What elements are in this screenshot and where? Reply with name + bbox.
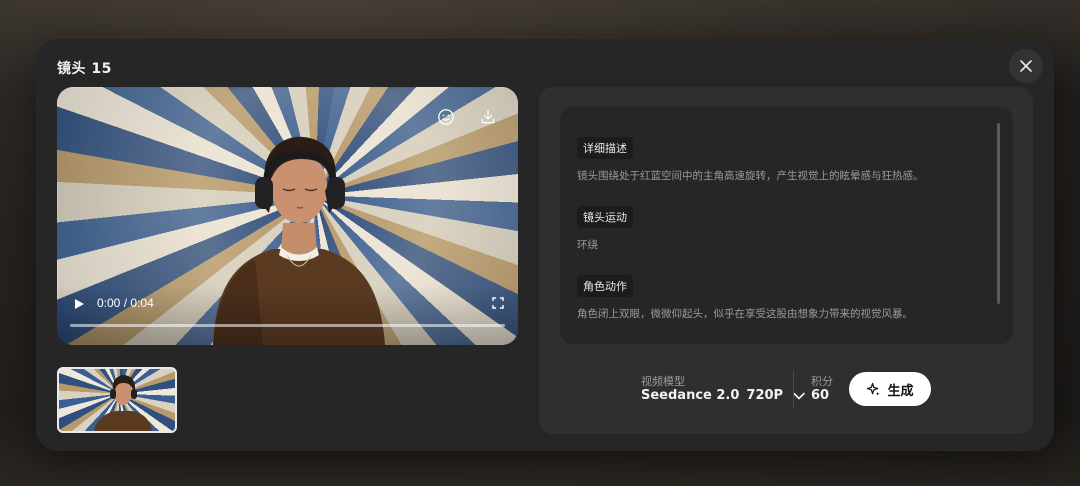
shot-detail-modal: 镜头 15 0:00 / 0:04 详细描述 镜头围绕处于红蓝空间中的主角高速旋… (36, 39, 1054, 451)
section-character-action: 角色动作 角色闭上双眼，微微仰起头，似乎在享受这股由想象力带来的视觉风暴。 (577, 275, 913, 321)
generate-label: 生成 (887, 383, 914, 399)
video-controls: 0:00 / 0:04 (57, 285, 518, 345)
chevron-down-icon (793, 392, 805, 399)
play-icon[interactable] (73, 298, 85, 310)
fullscreen-icon[interactable] (492, 297, 504, 309)
sparkle-icon (867, 382, 881, 396)
shot-info-panel: 详细描述 镜头围绕处于红蓝空间中的主角高速旋转，产生视觉上的眩晕感与狂热感。 镜… (539, 87, 1033, 434)
section-label: 详细描述 (577, 137, 633, 159)
time-separator: / (123, 296, 128, 310)
video-time: 0:00 / 0:04 (97, 296, 154, 310)
section-text: 镜头围绕处于红蓝空间中的主角高速旋转，产生视觉上的眩晕感与狂热感。 (577, 170, 924, 182)
section-text: 角色闭上双眼，微微仰起头，似乎在享受这股由想象力带来的视觉风暴。 (577, 308, 913, 320)
section-label: 角色动作 (577, 275, 633, 297)
model-label: 视频模型 (641, 375, 685, 388)
face-icon[interactable] (435, 106, 457, 128)
section-text: 环绕 (577, 239, 598, 251)
generation-bar: 视频模型 Seedance 2.0 720P 积分 60 生成 (539, 367, 1033, 417)
section-detail: 详细描述 镜头围绕处于红蓝空间中的主角高速旋转，产生视觉上的眩晕感与狂热感。 (577, 137, 924, 183)
thumbnail-person (93, 375, 153, 431)
current-time: 0:00 (97, 296, 121, 310)
close-icon (1020, 60, 1032, 72)
credits-value: 60 (811, 388, 830, 403)
video-player[interactable]: 0:00 / 0:04 (57, 87, 518, 345)
download-icon[interactable] (477, 106, 499, 128)
video-progress-bar[interactable] (70, 324, 505, 327)
generate-button[interactable]: 生成 (849, 372, 931, 406)
model-select[interactable]: Seedance 2.0 720P (641, 388, 805, 403)
section-label: 镜头运动 (577, 206, 633, 228)
shot-thumbnail[interactable] (57, 367, 177, 433)
model-name: Seedance 2.0 (641, 388, 740, 403)
divider (793, 371, 794, 409)
modal-title: 镜头 15 (57, 61, 112, 77)
model-resolution: 720P (746, 388, 784, 403)
section-camera-motion: 镜头运动 环绕 (577, 206, 633, 252)
duration: 0:04 (130, 296, 154, 310)
shot-description-box: 详细描述 镜头围绕处于红蓝空间中的主角高速旋转，产生视觉上的眩晕感与狂热感。 镜… (560, 107, 1013, 344)
description-scrollbar[interactable] (997, 123, 1000, 304)
credits-label: 积分 (811, 375, 833, 388)
close-button[interactable] (1009, 49, 1043, 83)
